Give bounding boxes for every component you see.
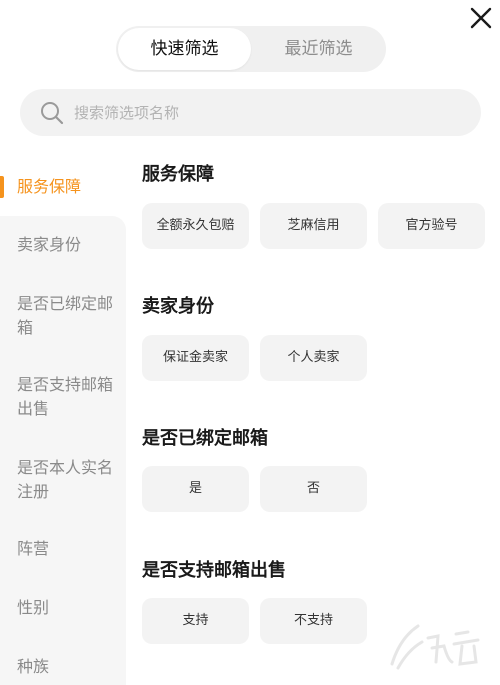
sidebar-item-race[interactable]: 种族 xyxy=(0,655,126,679)
section-title-email-bound: 是否已绑定邮箱 xyxy=(142,428,268,449)
option-yes[interactable]: 是 xyxy=(142,466,249,512)
close-button[interactable] xyxy=(468,5,494,31)
watermark-logo xyxy=(390,624,480,670)
tab-quick-filter[interactable]: 快速筛选 xyxy=(118,28,251,70)
option-deposit-seller[interactable]: 保证金卖家 xyxy=(142,335,249,381)
option-support[interactable]: 支持 xyxy=(142,598,249,644)
option-not-support[interactable]: 不支持 xyxy=(260,598,367,644)
search-bar[interactable] xyxy=(20,89,481,136)
sidebar-item-email-sale[interactable]: 是否支持邮箱出售 xyxy=(0,373,126,421)
sidebar-item-faction[interactable]: 阵营 xyxy=(0,537,126,561)
option-no[interactable]: 否 xyxy=(260,466,367,512)
option-sesame-credit[interactable]: 芝麻信用 xyxy=(260,203,367,249)
search-input[interactable] xyxy=(74,89,464,136)
section-title-seller-identity: 卖家身份 xyxy=(142,296,214,317)
sidebar-item-service-guarantee[interactable]: 服务保障 xyxy=(0,175,126,199)
tab-recent-filter[interactable]: 最近筛选 xyxy=(251,26,386,72)
option-official-verification[interactable]: 官方验号 xyxy=(378,203,485,249)
sidebar-item-gender[interactable]: 性别 xyxy=(0,596,126,620)
section-title-service-guarantee: 服务保障 xyxy=(142,164,214,185)
filter-content: 服务保障 全额永久包赔 芝麻信用 官方验号 卖家身份 保证金卖家 个人卖家 是否… xyxy=(126,140,500,685)
sidebar-item-seller-identity[interactable]: 卖家身份 xyxy=(0,233,126,257)
sidebar-item-email-bound[interactable]: 是否已绑定邮箱 xyxy=(0,292,126,340)
section-title-email-sale: 是否支持邮箱出售 xyxy=(142,560,286,581)
search-icon xyxy=(41,102,64,125)
filter-mode-switch: 快速筛选 最近筛选 xyxy=(116,26,386,72)
close-icon xyxy=(470,7,492,29)
category-sidebar: 服务保障 卖家身份 是否已绑定邮箱 是否支持邮箱出售 是否本人实名注册 阵营 性… xyxy=(0,158,126,685)
sidebar-item-real-name[interactable]: 是否本人实名注册 xyxy=(0,456,126,504)
option-full-permanent-compensation[interactable]: 全额永久包赔 xyxy=(142,203,249,249)
option-individual-seller[interactable]: 个人卖家 xyxy=(260,335,367,381)
top-bar: 快速筛选 最近筛选 xyxy=(0,0,500,88)
